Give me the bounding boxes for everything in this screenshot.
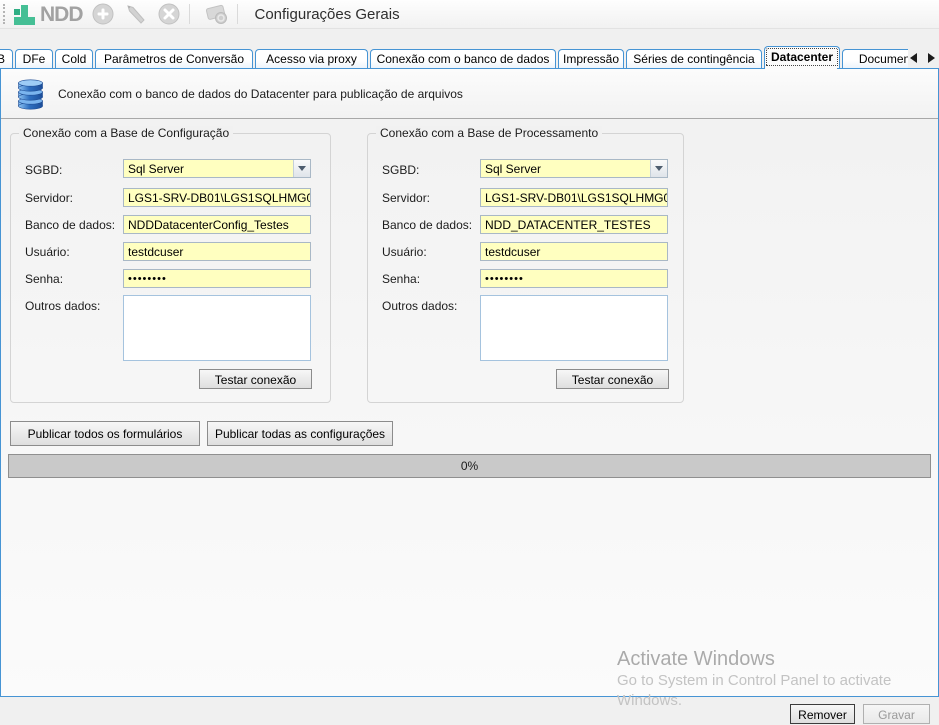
gravar-button[interactable]: Gravar: [863, 704, 930, 724]
usuario-input[interactable]: testdcuser: [480, 242, 668, 261]
combobox-dropdown-button[interactable]: [650, 160, 667, 177]
outros-dados-label: Outros dados:: [25, 299, 100, 313]
footer-bar: Remover Gravar: [0, 697, 939, 725]
ndd-logo-icon: [14, 3, 37, 25]
tab-acesso-via-proxy[interactable]: Acesso via proxy: [255, 49, 368, 68]
publicar-configuracoes-button[interactable]: Publicar todas as configurações: [207, 421, 393, 446]
toolbar-separator: [189, 4, 190, 24]
sgbd-combobox[interactable]: Sql Server: [123, 159, 311, 178]
tab-conexao-banco-dados[interactable]: Conexão com o banco de dados: [370, 49, 556, 68]
senha-label: Senha:: [382, 272, 420, 286]
ndd-logo: NDD: [14, 3, 83, 25]
tab-impressao[interactable]: Impressão: [558, 49, 624, 68]
sgbd-label: SGBD:: [25, 163, 62, 177]
chevron-down-icon: [655, 166, 663, 171]
add-icon: [91, 2, 115, 26]
tab-datacenter[interactable]: Datacenter: [764, 46, 840, 68]
tab-b[interactable]: B: [0, 49, 13, 68]
servidor-input[interactable]: LGS1-SRV-DB01\LGS1SQLHMG01: [480, 188, 668, 207]
groupbox-base-processamento: Conexão com a Base de Processamento SGBD…: [367, 133, 684, 403]
combobox-dropdown-button[interactable]: [293, 160, 310, 177]
edit-pencil-icon: [124, 2, 148, 26]
publish-icon: [204, 2, 230, 26]
tab-cold[interactable]: Cold: [55, 49, 93, 68]
outros-dados-textarea[interactable]: [480, 295, 668, 361]
tab-documentos[interactable]: Documente: [842, 49, 908, 68]
window-title: Configurações Gerais: [255, 6, 400, 23]
scroll-right-icon: [928, 53, 935, 63]
groupbox-title: Conexão com a Base de Processamento: [376, 126, 602, 140]
add-button[interactable]: [90, 1, 116, 27]
testar-conexao-button[interactable]: Testar conexão: [556, 369, 669, 389]
sgbd-value: Sql Server: [485, 162, 541, 176]
cancel-icon: [157, 2, 181, 26]
selected-tab-mask: [765, 68, 837, 69]
banco-de-dados-input[interactable]: NDDDatacenterConfig_Testes: [123, 215, 311, 234]
servidor-input[interactable]: LGS1-SRV-DB01\LGS1SQLHMG01: [123, 188, 311, 207]
tab-parametros-de-conversao[interactable]: Parâmetros de Conversão: [95, 49, 253, 68]
groupbox-base-configuracao: Conexão com a Base de Configuração SGBD:…: [10, 133, 331, 403]
tab-scroll-left[interactable]: [910, 50, 917, 66]
senha-input[interactable]: ••••••••: [123, 269, 311, 288]
database-icon: [17, 78, 44, 110]
scroll-left-icon: [910, 53, 917, 63]
edit-button[interactable]: [123, 1, 149, 27]
testar-conexao-button[interactable]: Testar conexão: [199, 369, 312, 389]
publish-button[interactable]: [204, 1, 230, 27]
banco-de-dados-label: Banco de dados:: [382, 218, 472, 232]
tab-bar: B DFe Cold Parâmetros de Conversão Acess…: [0, 46, 908, 68]
sgbd-value: Sql Server: [128, 162, 184, 176]
sgbd-label: SGBD:: [382, 163, 419, 177]
cancel-button[interactable]: [156, 1, 182, 27]
banco-de-dados-input[interactable]: NDD_DATACENTER_TESTES: [480, 215, 668, 234]
publicar-formularios-button[interactable]: Publicar todos os formulários: [10, 421, 200, 446]
sgbd-combobox[interactable]: Sql Server: [480, 159, 668, 178]
outros-dados-label: Outros dados:: [382, 299, 457, 313]
outros-dados-textarea[interactable]: [123, 295, 311, 361]
tab-scroll-right[interactable]: [928, 50, 935, 66]
senha-input[interactable]: ••••••••: [480, 269, 668, 288]
servidor-label: Servidor:: [382, 191, 430, 205]
toolbar: NDD Configurações Gerais: [0, 0, 939, 29]
groupbox-title: Conexão com a Base de Configuração: [19, 126, 233, 140]
senha-label: Senha:: [25, 272, 63, 286]
remover-button[interactable]: Remover: [790, 704, 855, 724]
tab-dfe[interactable]: DFe: [15, 49, 53, 68]
usuario-label: Usuário:: [382, 245, 427, 259]
page-header-text: Conexão com o banco de dados do Datacent…: [58, 87, 463, 101]
progress-bar: 0%: [8, 454, 931, 478]
usuario-input[interactable]: testdcuser: [123, 242, 311, 261]
toolbar-separator: [237, 4, 238, 24]
banco-de-dados-label: Banco de dados:: [25, 218, 115, 232]
logo-text: NDD: [40, 5, 83, 25]
page-header: Conexão com o banco de dados do Datacent…: [1, 69, 938, 119]
toolbar-grip[interactable]: [3, 4, 6, 24]
servidor-label: Servidor:: [25, 191, 73, 205]
tab-series-de-contingencia[interactable]: Séries de contingência: [626, 49, 762, 68]
usuario-label: Usuário:: [25, 245, 70, 259]
chevron-down-icon: [298, 166, 306, 171]
